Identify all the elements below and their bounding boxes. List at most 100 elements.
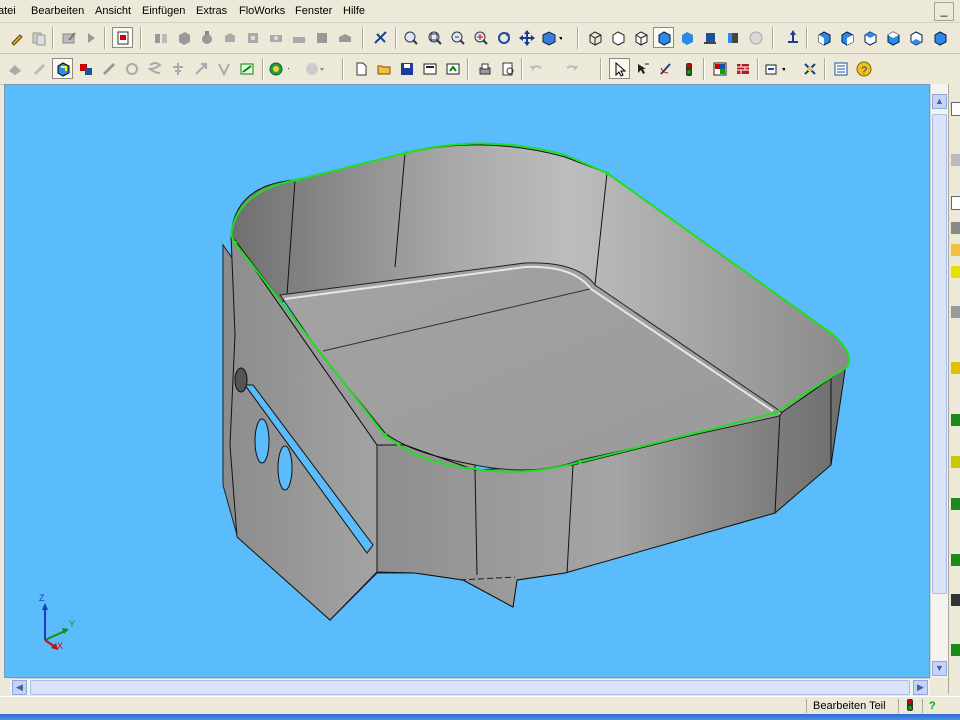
zoom-selection-icon[interactable]	[470, 27, 491, 48]
task-pane-tab-icon[interactable]	[951, 102, 960, 116]
task-pane-item-icon[interactable]	[951, 266, 960, 278]
move-icon[interactable]	[190, 58, 211, 79]
mirror-icon[interactable]	[150, 27, 171, 48]
model-view[interactable]	[5, 85, 930, 678]
shell-icon[interactable]	[219, 27, 240, 48]
task-pane-item-icon[interactable]	[951, 196, 960, 210]
macro-icon[interactable]	[799, 58, 820, 79]
task-pane-item-icon[interactable]	[951, 498, 960, 510]
shaded-icon[interactable]	[676, 27, 697, 48]
brick-icon[interactable]	[732, 58, 753, 79]
isometric-view-icon[interactable]	[929, 27, 950, 48]
wrap-icon[interactable]	[242, 27, 263, 48]
rebuild-icon[interactable]	[52, 58, 73, 79]
print-preview-a-icon[interactable]	[419, 58, 440, 79]
task-pane-item-icon[interactable]	[951, 594, 960, 606]
shaded-edges-icon[interactable]	[653, 27, 674, 48]
new-document-icon[interactable]	[350, 58, 371, 79]
front-view-icon[interactable]	[813, 27, 834, 48]
task-pane-item-icon[interactable]	[951, 154, 960, 166]
extrude-gray-icon[interactable]	[334, 27, 355, 48]
shadow-icon[interactable]	[699, 27, 720, 48]
back-view-icon[interactable]	[836, 27, 857, 48]
select-arrow-icon[interactable]	[609, 58, 630, 79]
assembly-icon[interactable]	[75, 58, 96, 79]
mate-icon[interactable]	[213, 58, 234, 79]
section-view-icon[interactable]	[722, 27, 743, 48]
realview-icon[interactable]	[745, 27, 766, 48]
preview-icon[interactable]	[497, 58, 518, 79]
select-filter-icon[interactable]	[632, 58, 653, 79]
top-view-icon[interactable]	[905, 27, 926, 48]
spring-icon[interactable]	[144, 58, 165, 79]
zoom-window-icon[interactable]	[424, 27, 445, 48]
material-icon[interactable]	[304, 58, 325, 79]
task-pane-item-icon[interactable]	[951, 306, 960, 318]
hole-icon[interactable]	[265, 27, 286, 48]
print-icon[interactable]	[474, 58, 495, 79]
horizontal-scroll-thumb[interactable]	[30, 680, 910, 695]
zoom-fit-icon[interactable]	[400, 27, 421, 48]
hidden-lines-visible-icon[interactable]	[607, 27, 628, 48]
save-icon[interactable]	[396, 58, 417, 79]
task-pane-item-icon[interactable]	[951, 456, 960, 468]
menu-help[interactable]: Hilfe	[343, 4, 365, 18]
menu-floworks[interactable]: FloWorks	[239, 4, 285, 18]
measure-icon[interactable]	[98, 58, 119, 79]
copy-icon[interactable]	[28, 27, 49, 48]
undo-icon[interactable]	[528, 58, 549, 79]
tree-icon[interactable]	[167, 58, 188, 79]
menu-view[interactable]: Ansicht	[95, 4, 131, 18]
sketch-edit-icon[interactable]	[655, 58, 676, 79]
feature-a-icon[interactable]	[4, 58, 25, 79]
horizontal-scrollbar[interactable]: ◀ ▶	[10, 678, 930, 695]
globe-icon[interactable]	[268, 58, 289, 79]
sketch-pencil-icon[interactable]	[6, 27, 27, 48]
sketch-green-icon[interactable]	[236, 58, 257, 79]
scroll-right-button[interactable]: ▶	[913, 680, 928, 695]
open-folder-icon[interactable]	[373, 58, 394, 79]
print-preview-b-icon[interactable]	[442, 58, 463, 79]
loop-icon[interactable]	[121, 58, 142, 79]
vertical-scrollbar[interactable]: ▲ ▼	[930, 84, 948, 678]
graphics-viewport[interactable]: Z Y X	[4, 84, 930, 678]
list-icon[interactable]	[830, 58, 851, 79]
dome-icon[interactable]	[196, 27, 217, 48]
grid-icon[interactable]	[709, 58, 730, 79]
hidden-lines-removed-icon[interactable]	[630, 27, 651, 48]
menu-file[interactable]: atei	[0, 4, 16, 18]
menu-insert[interactable]: Einfügen	[142, 4, 185, 18]
edit-sketch-icon[interactable]	[58, 27, 79, 48]
left-view-icon[interactable]	[859, 27, 880, 48]
task-pane-item-icon[interactable]	[951, 554, 960, 566]
task-pane-item-icon[interactable]	[951, 362, 960, 374]
right-view-icon[interactable]	[882, 27, 903, 48]
box-gray-icon[interactable]	[311, 27, 332, 48]
feature-b-icon[interactable]	[28, 58, 49, 79]
task-pane-item-icon[interactable]	[951, 222, 960, 234]
zoom-in-out-icon[interactable]	[447, 27, 468, 48]
normal-to-icon[interactable]	[782, 27, 803, 48]
task-pane-item-icon[interactable]	[951, 414, 960, 426]
options-icon[interactable]	[764, 58, 785, 79]
menu-edit[interactable]: Bearbeiten	[31, 4, 84, 18]
play-icon[interactable]	[80, 27, 101, 48]
pan-icon[interactable]	[516, 27, 537, 48]
scroll-left-button[interactable]: ◀	[12, 680, 27, 695]
vertical-scroll-thumb[interactable]	[932, 114, 947, 594]
standard-views-icon[interactable]	[541, 27, 562, 48]
redo-icon[interactable]	[564, 58, 585, 79]
status-help-badge[interactable]: ?	[922, 699, 946, 713]
menu-window[interactable]: Fenster	[295, 4, 332, 18]
traffic-light-icon[interactable]	[678, 58, 699, 79]
task-pane-item-icon[interactable]	[951, 244, 960, 256]
help-icon[interactable]: ?	[853, 58, 874, 79]
menu-tools[interactable]: Extras	[196, 4, 227, 18]
scroll-up-button[interactable]: ▲	[932, 94, 947, 109]
scroll-down-button[interactable]: ▼	[932, 661, 947, 676]
window-minimize-button[interactable]: _	[934, 2, 954, 21]
wireframe-icon[interactable]	[584, 27, 605, 48]
cut-icon[interactable]	[288, 27, 309, 48]
rotate-view-icon[interactable]	[493, 27, 514, 48]
status-rebuild-icon[interactable]	[898, 699, 920, 713]
